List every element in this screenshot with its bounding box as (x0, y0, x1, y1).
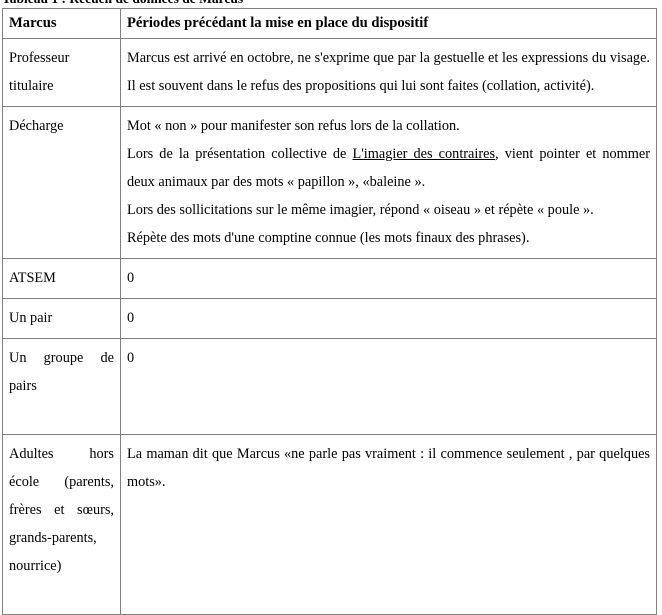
column-header-label: Marcus (2, 8, 121, 39)
row-label-adultes-hors-ecole: Adultes hors école (parents, frères et s… (2, 434, 121, 615)
underlined-work-title: L'imagier des contraires (352, 146, 496, 162)
row-value-un-pair: 0 (120, 298, 657, 339)
row-value-decharge: Mot « non » pour manifester son refus lo… (120, 106, 657, 259)
cell-paragraph-with-title: Lors de la présentation collective de L'… (127, 140, 650, 196)
cell-paragraph: Lors des sollicitations sur le même imag… (127, 202, 594, 218)
table-caption: Tableau 1 : Recueil de données de Marcus (2, 0, 243, 7)
row-label-un-groupe-de-pairs: Un groupe de pairs (2, 338, 121, 435)
table-row: ATSEM 0 (2, 258, 657, 299)
row-value-professeur-titulaire: Marcus est arrivé en octobre, ne s'expri… (120, 38, 657, 107)
table-header: Marcus Périodes précédant la mise en pla… (2, 8, 657, 39)
table-row: Un pair 0 (2, 298, 657, 339)
row-label-text: Un groupe de pairs (9, 350, 114, 394)
table-row: Un groupe de pairs 0 (2, 338, 657, 435)
table-header-row: Marcus Périodes précédant la mise en pla… (2, 8, 657, 39)
data-collection-table: Marcus Périodes précédant la mise en pla… (2, 8, 657, 615)
cell-paragraph: La maman dit que Marcus «ne parle pas vr… (127, 446, 650, 490)
document-page: Tableau 1 : Recueil de données de Marcus… (0, 0, 662, 615)
row-label-atsem: ATSEM (2, 258, 121, 299)
table-caption-clipped: Tableau 1 : Recueil de données de Marcus (0, 0, 662, 7)
column-header-value: Périodes précédant la mise en place du d… (120, 8, 657, 39)
cell-paragraph: Mot « non » pour manifester son refus lo… (127, 118, 460, 134)
cell-paragraph: 0 (127, 350, 135, 366)
row-label-professeur-titulaire: Professeur titulaire (2, 38, 121, 107)
row-value-atsem: 0 (120, 258, 657, 299)
paragraph-part-before: Lors de la présentation collective de (127, 146, 353, 162)
row-label-un-pair: Un pair (2, 298, 121, 339)
table-row: Décharge Mot « non » pour manifester son… (2, 106, 657, 259)
table-body: Professeur titulaire Marcus est arrivé e… (2, 38, 657, 615)
row-label-text: Adultes hors école (parents, frères et s… (9, 446, 114, 574)
table-container: Marcus Périodes précédant la mise en pla… (2, 8, 657, 615)
table-row: Professeur titulaire Marcus est arrivé e… (2, 38, 657, 107)
cell-paragraph: Marcus est arrivé en octobre, ne s'expri… (127, 50, 650, 94)
row-value-adultes-hors-ecole: La maman dit que Marcus «ne parle pas vr… (120, 434, 657, 615)
table-row: Adultes hors école (parents, frères et s… (2, 434, 657, 615)
cell-paragraph: Répète des mots d'une comptine connue (l… (127, 230, 530, 246)
row-value-un-groupe-de-pairs: 0 (120, 338, 657, 435)
row-label-decharge: Décharge (2, 106, 121, 259)
